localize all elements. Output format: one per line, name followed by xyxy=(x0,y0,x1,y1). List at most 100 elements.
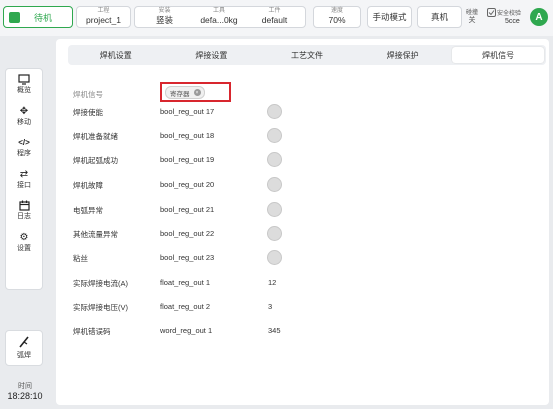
register-filter-label: 寄存器 xyxy=(170,90,190,98)
safety-value: 5cce xyxy=(505,18,520,25)
signal-register: bool_reg_out 21 xyxy=(160,205,215,214)
speed-control[interactable]: 速度 70% xyxy=(313,6,361,28)
signal-label: 焊机错误码 xyxy=(73,327,111,336)
tool-selector[interactable]: 工具 defa...0kg xyxy=(194,7,244,27)
signal-value: 3 xyxy=(268,302,273,311)
sidebar-item-label: 概览 xyxy=(17,87,31,95)
signal-label: 粘丝 xyxy=(73,254,88,263)
project-label: 工程 xyxy=(97,8,110,14)
tab-welding-settings[interactable]: 焊接设置 xyxy=(166,47,258,63)
tab-bar: 焊机设置 焊接设置 工艺文件 焊接保护 焊机信号 xyxy=(68,45,546,65)
install-label: 安装 xyxy=(158,8,171,14)
clock-label: 时间 xyxy=(18,383,32,390)
signal-register: bool_reg_out 19 xyxy=(160,155,215,164)
project-selector[interactable]: 工程 project_1 xyxy=(76,6,131,28)
close-icon[interactable]: × xyxy=(193,89,201,96)
status-button[interactable]: 待机 xyxy=(3,6,73,28)
signal-label: 焊机起弧成功 xyxy=(73,156,118,165)
tab-process-file[interactable]: 工艺文件 xyxy=(261,47,353,63)
sidebar-item-log[interactable]: 日志 xyxy=(6,195,42,227)
signal-register: bool_reg_out 17 xyxy=(160,107,215,116)
signal-register: bool_reg_out 20 xyxy=(160,180,215,189)
signal-indicator-icon xyxy=(267,128,282,143)
signal-row: 焊接使能 bool_reg_out 17 xyxy=(73,104,543,120)
gear-icon: ⚙ xyxy=(19,231,29,243)
workpiece-value: default xyxy=(261,15,288,25)
tool-value: defa...0kg xyxy=(200,15,238,25)
signal-indicator-icon xyxy=(267,177,282,192)
status-label: 待机 xyxy=(34,12,53,23)
sidebar: 概览 ✥ 移动 </> 程序 ⇄ 接口 日志 ⚙ 设置 xyxy=(5,68,43,290)
main-panel: 焊机设置 焊接设置 工艺文件 焊接保护 焊机信号 焊机信号 寄存器 × 焊接使能… xyxy=(56,39,549,405)
sidebar-item-settings[interactable]: ⚙ 设置 xyxy=(6,227,42,259)
safety-label: 安全校验 xyxy=(497,11,522,17)
signal-row: 实际焊接电压(V) float_reg_out 2 3 xyxy=(73,299,543,315)
user-avatar[interactable]: A xyxy=(530,8,548,26)
sidebar-item-label: 接口 xyxy=(17,181,31,189)
config-group: 安装 竖装 工具 defa...0kg 工件 default xyxy=(134,6,306,28)
signal-register: word_reg_out 1 xyxy=(160,326,213,335)
workpiece-selector[interactable]: 工件 default xyxy=(244,7,305,27)
robot-mode-button[interactable]: 真机 xyxy=(417,6,462,28)
code-icon: </> xyxy=(18,138,30,148)
safety-check-icon xyxy=(487,8,496,17)
sidebar-item-move[interactable]: ✥ 移动 xyxy=(6,101,42,133)
install-selector[interactable]: 安装 竖装 xyxy=(135,7,194,27)
register-filter-chip[interactable]: 寄存器 × xyxy=(165,86,205,99)
tab-welder-settings[interactable]: 焊机设置 xyxy=(70,47,162,63)
sidebar-item-overview[interactable]: 概览 xyxy=(6,69,42,101)
calendar-icon xyxy=(18,200,30,211)
weld-torch-icon xyxy=(19,336,29,348)
signal-row: 实际焊接电流(A) float_reg_out 1 12 xyxy=(73,275,543,291)
signal-indicator-icon xyxy=(267,250,282,265)
tab-welder-signals[interactable]: 焊机信号 xyxy=(452,47,544,63)
sidebar-item-label: 日志 xyxy=(17,213,31,221)
signal-label: 其他流量异常 xyxy=(73,230,118,239)
signal-register: bool_reg_out 22 xyxy=(160,229,215,238)
signal-row: 焊机准备就绪 bool_reg_out 18 xyxy=(73,128,543,144)
sidebar-item-label: 移动 xyxy=(17,118,31,126)
monitor-icon xyxy=(18,74,30,85)
project-value: project_1 xyxy=(86,15,121,25)
speed-value: 70% xyxy=(328,15,346,25)
signals-header-row: 焊机信号 寄存器 × xyxy=(73,82,543,102)
top-bar: 待机 工程 project_1 安装 竖装 工具 defa...0kg 工件 d… xyxy=(0,0,553,36)
tab-welding-protection[interactable]: 焊接保护 xyxy=(357,47,449,63)
safety-check[interactable]: 安全校验 5cce xyxy=(487,7,527,29)
signal-value: 345 xyxy=(268,326,281,335)
signal-row: 焊机起弧成功 bool_reg_out 19 xyxy=(73,152,543,168)
signal-indicator-icon xyxy=(267,226,282,241)
signal-row: 电弧异常 bool_reg_out 21 xyxy=(73,202,543,218)
sidebar-item-io[interactable]: ⇄ 接口 xyxy=(6,164,42,196)
speed-label: 速度 xyxy=(330,8,343,14)
collision-toggle[interactable]: 碰撞 关 xyxy=(466,9,478,25)
tool-label: 工具 xyxy=(212,8,225,14)
sidebar-item-program[interactable]: </> 程序 xyxy=(6,132,42,164)
signal-label: 实际焊接电压(V) xyxy=(73,303,128,312)
filter-highlight: 寄存器 × xyxy=(160,82,231,102)
signal-indicator-icon xyxy=(267,152,282,167)
signal-register: float_reg_out 2 xyxy=(160,302,211,311)
signal-label: 焊机准备就绪 xyxy=(73,132,118,141)
signal-row: 其他流量异常 bool_reg_out 22 xyxy=(73,226,543,242)
workpiece-label: 工件 xyxy=(268,8,281,14)
mode-button[interactable]: 手动模式 xyxy=(367,6,412,28)
arc-weld-button[interactable]: 弧焊 xyxy=(5,330,43,366)
collision-label: 碰撞 xyxy=(466,10,479,16)
signals-header-label: 焊机信号 xyxy=(73,90,103,99)
signal-register: float_reg_out 1 xyxy=(160,278,211,287)
signal-indicator-icon xyxy=(267,202,282,217)
signal-register: bool_reg_out 18 xyxy=(160,131,215,140)
signal-row: 焊机故障 bool_reg_out 20 xyxy=(73,177,543,193)
signal-row: 焊机错误码 word_reg_out 1 345 xyxy=(73,323,543,339)
signal-row: 粘丝 bool_reg_out 23 xyxy=(73,250,543,266)
sidebar-item-label: 程序 xyxy=(17,150,31,158)
signal-label: 电弧异常 xyxy=(73,206,103,215)
io-icon: ⇄ xyxy=(19,168,29,180)
arc-weld-label: 弧焊 xyxy=(17,352,31,359)
status-indicator-icon xyxy=(9,11,20,23)
clock-time: 18:28:10 xyxy=(7,391,43,401)
move-icon: ✥ xyxy=(19,105,29,117)
sidebar-item-label: 设置 xyxy=(17,244,31,252)
install-value: 竖装 xyxy=(155,15,173,25)
